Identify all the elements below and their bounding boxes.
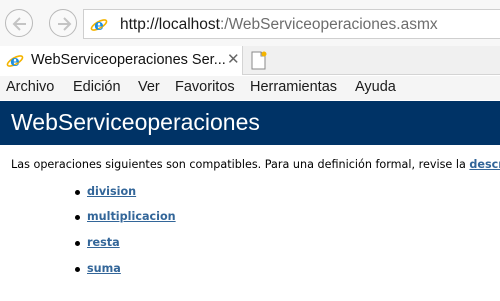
page-title: WebServiceoperaciones xyxy=(11,109,260,135)
bullet xyxy=(75,215,80,220)
svg-text:e: e xyxy=(94,16,104,34)
operation-link-division[interactable]: division xyxy=(87,185,136,198)
bullet xyxy=(75,267,80,272)
menu-ver[interactable]: Ver xyxy=(138,79,160,95)
operation-link-multiplicacion[interactable]: multiplicacion xyxy=(87,210,176,223)
bullet xyxy=(75,241,80,246)
operation-link-suma[interactable]: suma xyxy=(87,262,121,275)
internet-explorer-icon: e xyxy=(6,52,24,70)
menu-herramientas[interactable]: Herramientas xyxy=(250,79,337,95)
internet-explorer-icon: e xyxy=(90,16,108,34)
bullet xyxy=(75,190,80,195)
menu-favoritos[interactable]: Favoritos xyxy=(175,79,235,95)
url-field[interactable]: e http://localhost:/WebServiceoperacione… xyxy=(83,9,500,39)
tab-active[interactable]: e WebServiceoperaciones Ser... ✕ xyxy=(0,46,243,75)
list-item: suma xyxy=(0,262,200,278)
menu-archivo[interactable]: Archivo xyxy=(6,79,54,95)
back-button[interactable] xyxy=(5,9,33,37)
tab-title: WebServiceoperaciones Ser... xyxy=(31,52,226,68)
address-bar-row: e http://localhost:/WebServiceoperacione… xyxy=(0,0,500,46)
intro-paragraph: Las operaciones siguientes son compatibl… xyxy=(11,158,500,171)
arrow-right-icon xyxy=(58,17,72,31)
list-item: resta xyxy=(0,236,200,252)
svg-text:e: e xyxy=(10,52,20,70)
url-path: :/WebServiceoperaciones.asmx xyxy=(219,16,438,33)
url-text: http://localhost:/WebServiceoperaciones.… xyxy=(120,16,438,34)
menu-edicion[interactable]: Edición xyxy=(73,79,121,95)
new-tab-button[interactable] xyxy=(248,50,270,71)
menu-ayuda[interactable]: Ayuda xyxy=(355,79,396,95)
url-host: http://localhost xyxy=(120,16,220,33)
operation-link-resta[interactable]: resta xyxy=(87,236,120,249)
list-item: multiplicacion xyxy=(0,210,200,226)
forward-button[interactable] xyxy=(49,9,77,37)
service-header-banner: WebServiceoperaciones xyxy=(0,101,500,145)
intro-text: Las operaciones siguientes son compatibl… xyxy=(11,158,470,171)
arrow-left-icon xyxy=(12,17,26,31)
close-tab-icon[interactable]: ✕ xyxy=(227,50,240,68)
list-item: division xyxy=(0,185,200,201)
new-tab-icon xyxy=(251,51,267,70)
service-description-link[interactable]: descripción de servicios xyxy=(469,158,500,171)
tab-strip: e WebServiceoperaciones Ser... ✕ xyxy=(0,46,500,75)
menu-bar: Archivo Edición Ver Favoritos Herramient… xyxy=(0,76,500,100)
